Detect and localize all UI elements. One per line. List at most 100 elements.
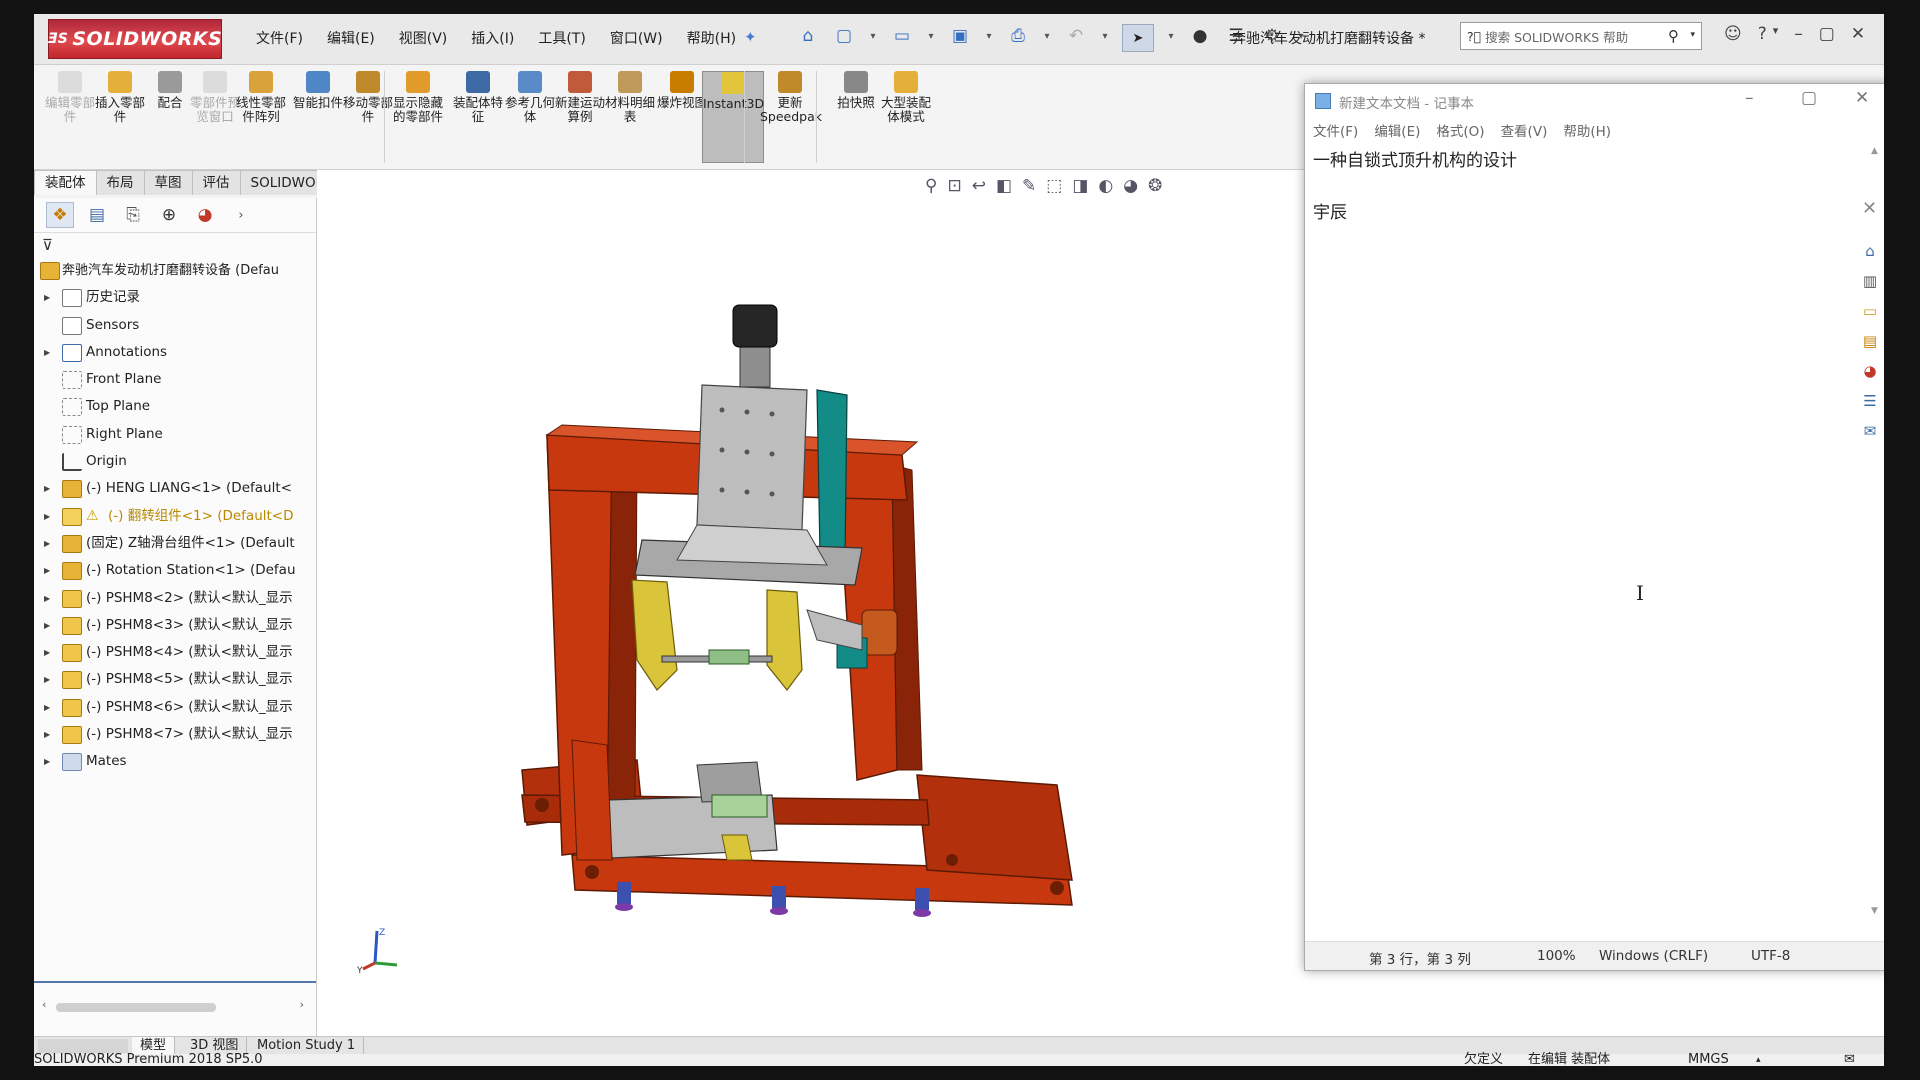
bottom-left-housing[interactable] [571, 739, 613, 861]
expand-caret-icon[interactable]: ▶ [44, 503, 50, 530]
tree-node[interactable]: ▶ Annotations [34, 339, 316, 366]
design-library-icon[interactable]: ▥ [1860, 272, 1880, 294]
solidworks-resources-icon[interactable]: ⌂ [1860, 242, 1880, 264]
tool-button[interactable]: 大型装配体模式 [876, 71, 936, 124]
tree-node[interactable]: ▶ ⚠ (-) 翻转组件<1> (Default<D [34, 503, 316, 530]
notepad-menu-item[interactable]: 文件(F) [1313, 120, 1358, 140]
chevron-down-icon[interactable]: ▾ [1166, 24, 1176, 48]
teal-cylinder[interactable] [816, 389, 848, 561]
scroll-right-icon[interactable]: › [300, 998, 304, 1011]
expand-caret-icon[interactable]: ▶ [44, 339, 50, 366]
menu-item[interactable]: 工具(T) [536, 28, 587, 48]
tree-node[interactable]: Sensors [34, 312, 316, 339]
tree-node[interactable]: ▶ Mates [34, 748, 316, 775]
tool-button[interactable]: 更新Speedpak [760, 71, 822, 124]
tree-node[interactable]: ▶ (-) PSHM8<3> (默认<默认_显示 [34, 612, 316, 639]
menu-item[interactable]: 插入(I) [469, 28, 516, 48]
tree-node[interactable]: ▶ 历史记录 [34, 284, 316, 311]
expand-caret-icon[interactable]: ▶ [44, 721, 50, 748]
expand-caret-icon[interactable]: ▶ [44, 612, 50, 639]
chevron-right-icon[interactable]: › [228, 203, 254, 227]
notepad-text-area[interactable]: 一种自锁式顶升机构的设计 宇辰 [1307, 144, 1863, 920]
forum-icon[interactable]: ✉ [1860, 422, 1880, 444]
menu-item[interactable]: 帮助(H) [685, 28, 738, 48]
tab-scroll-buttons[interactable] [38, 1039, 128, 1053]
chevron-down-icon[interactable]: ▾ [1100, 24, 1110, 48]
chevron-down-icon[interactable]: ▾ [868, 24, 878, 48]
command-tab[interactable]: 布局 [95, 170, 145, 195]
tree-root[interactable]: 奔驰汽车发动机打磨翻转设备 (Defau [34, 257, 316, 284]
tree-node[interactable]: ▶ (-) PSHM8<2> (默认<默认_显示 [34, 585, 316, 612]
home-icon[interactable]: ⌂ [796, 24, 820, 48]
expand-caret-icon[interactable]: ▶ [44, 666, 50, 693]
appearances-icon[interactable]: ◕ [1860, 362, 1880, 384]
expand-caret-icon[interactable]: ▶ [44, 585, 50, 612]
notepad-title-bar[interactable]: 新建文本文档 - 记事本 – ▢ ✕ [1305, 84, 1884, 116]
tree-node[interactable]: Front Plane [34, 366, 316, 393]
pin-icon[interactable]: ✦ [744, 28, 757, 46]
configuration-tab-icon[interactable]: ⎘ [120, 203, 146, 227]
feature-tree-tab-icon[interactable]: ❖ [46, 202, 74, 228]
chevron-up-icon[interactable]: ▴ [1756, 1054, 1761, 1066]
right-clamp-arm[interactable] [766, 589, 803, 691]
expand-caret-icon[interactable]: ▶ [44, 639, 50, 666]
new-document-icon[interactable]: ▢ [832, 24, 856, 48]
dimxpert-tab-icon[interactable]: ⊕ [156, 203, 182, 227]
tooltip-icon[interactable]: ✉ [1844, 1053, 1855, 1066]
tool-button[interactable]: 显示隐藏的零部件 [388, 71, 448, 124]
expand-caret-icon[interactable]: ▶ [44, 530, 50, 557]
z-axis-slide-plate[interactable] [696, 384, 808, 531]
tree-node[interactable]: Right Plane [34, 421, 316, 448]
close-icon[interactable]: ✕ [1855, 88, 1869, 108]
maximize-icon[interactable]: ▢ [1801, 88, 1817, 108]
expand-caret-icon[interactable]: ▶ [44, 284, 50, 311]
foot[interactable] [772, 886, 786, 908]
undo-icon[interactable]: ↶ [1064, 24, 1088, 48]
solidworks-logo[interactable]: ƎS SOLIDWORKS [48, 19, 222, 59]
servo-motor-shaft[interactable] [739, 344, 771, 388]
tool-button[interactable]: Instant3D [702, 71, 764, 163]
custom-properties-icon[interactable]: ☰ [1860, 392, 1880, 414]
expand-caret-icon[interactable]: ▶ [44, 748, 50, 775]
scroll-down-icon[interactable]: ▼ [1871, 906, 1878, 916]
tree-node[interactable]: ▶ (固定) Z轴滑台组件<1> (Default [34, 530, 316, 557]
tree-node[interactable]: Top Plane [34, 393, 316, 420]
tool-button[interactable]: 材料明细表 [600, 71, 660, 124]
expand-caret-icon[interactable]: ▶ [44, 694, 50, 721]
tree-node[interactable]: Origin [34, 448, 316, 475]
view-palette-icon[interactable]: ▤ [1860, 332, 1880, 354]
rebuild-traffic-light-icon[interactable]: ● [1188, 24, 1212, 48]
minimize-icon[interactable]: – [1745, 88, 1754, 108]
chevron-down-icon[interactable]: ▾ [1773, 24, 1779, 44]
maximize-icon[interactable]: ▢ [1819, 24, 1835, 44]
tree-node[interactable]: ▶ (-) PSHM8<6> (默认<默认_显示 [34, 694, 316, 721]
search-icon[interactable]: ⚲ [1668, 27, 1679, 45]
chevron-down-icon[interactable]: ▾ [926, 24, 936, 48]
user-icon[interactable]: ☺ [1724, 24, 1742, 44]
tree-node[interactable]: ▶ (-) HENG LIANG<1> (Default< [34, 475, 316, 502]
scroll-thumb[interactable] [56, 1003, 216, 1012]
notepad-menu-item[interactable]: 查看(V) [1501, 120, 1548, 140]
notepad-menu-item[interactable]: 帮助(H) [1563, 120, 1611, 140]
tree-node[interactable]: ▶ (-) PSHM8<4> (默认<默认_显示 [34, 639, 316, 666]
chevron-down-icon[interactable]: ▾ [984, 24, 994, 48]
menu-item[interactable]: 文件(F) [254, 28, 305, 48]
tab-motion-study[interactable]: Motion Study 1 [249, 1037, 365, 1054]
servo-motor[interactable] [732, 304, 778, 348]
print-icon[interactable]: ⎙ [1006, 24, 1030, 48]
task-pane-close-icon[interactable]: ✕ [1862, 198, 1877, 219]
help-icon[interactable]: ? [1758, 24, 1767, 44]
tool-button[interactable]: 装配体特征 [448, 71, 508, 124]
foot[interactable] [617, 882, 631, 904]
file-explorer-icon[interactable]: ▭ [1860, 302, 1880, 324]
save-icon[interactable]: ▣ [948, 24, 972, 48]
menu-item[interactable]: 视图(V) [397, 28, 450, 48]
filter-icon[interactable]: ⊽ [34, 233, 316, 257]
command-tab[interactable]: 评估 [191, 170, 241, 195]
select-pointer-icon[interactable]: ➤ [1122, 24, 1154, 52]
chevron-down-icon[interactable]: ▾ [1690, 30, 1695, 40]
close-icon[interactable]: ✕ [1851, 24, 1865, 44]
base-frame-right-rail[interactable] [916, 774, 1073, 881]
tree-node[interactable]: ▶ (-) PSHM8<7> (默认<默认_显示 [34, 721, 316, 748]
foot[interactable] [915, 888, 929, 910]
